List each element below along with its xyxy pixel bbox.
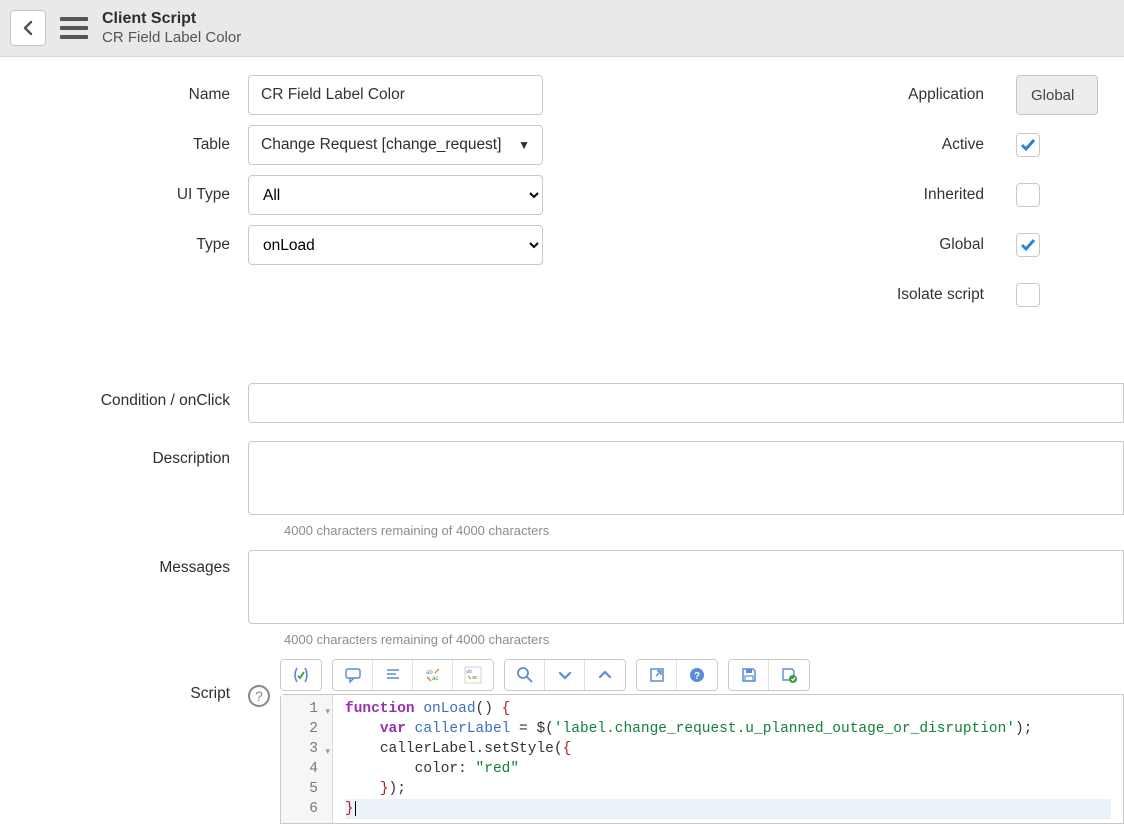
comment-icon <box>344 666 362 684</box>
back-button[interactable] <box>10 10 46 46</box>
description-counter: 4000 characters remaining of 4000 charac… <box>284 523 1124 538</box>
help-icon[interactable]: ? <box>248 685 270 707</box>
help-icon: ? <box>688 666 706 684</box>
replace-all-button[interactable]: abac <box>453 660 493 690</box>
syntax-button[interactable] <box>281 660 321 690</box>
search-icon <box>516 666 534 684</box>
check-icon <box>1020 137 1036 153</box>
name-field[interactable] <box>248 75 543 115</box>
popout-icon <box>648 666 666 684</box>
replace-all-icon: abac <box>464 666 482 684</box>
messages-field[interactable] <box>248 550 1124 624</box>
chevron-up-icon <box>596 666 614 684</box>
application-label: Application <box>562 86 1002 104</box>
active-checkbox[interactable] <box>1016 133 1040 157</box>
check-icon <box>1020 237 1036 253</box>
menu-icon[interactable] <box>60 17 88 39</box>
save-run-button[interactable] <box>769 660 809 690</box>
popout-button[interactable] <box>637 660 677 690</box>
svg-text:ac: ac <box>472 675 478 681</box>
save-icon <box>740 666 758 684</box>
svg-text:?: ? <box>694 671 700 682</box>
condition-label: Condition / onClick <box>0 383 248 410</box>
syntax-check-icon <box>292 666 310 684</box>
inherited-checkbox[interactable] <box>1016 183 1040 207</box>
scroll-down-button[interactable] <box>545 660 585 690</box>
ui-type-select[interactable]: All <box>248 175 543 215</box>
table-value: Change Request [change_request] <box>261 136 501 154</box>
page-title: Client Script <box>102 10 241 28</box>
help-button[interactable]: ? <box>677 660 717 690</box>
chevron-down-icon <box>556 666 574 684</box>
svg-text:ac: ac <box>432 676 438 682</box>
isolate-checkbox[interactable] <box>1016 283 1040 307</box>
search-button[interactable] <box>505 660 545 690</box>
name-label: Name <box>0 86 248 104</box>
messages-counter: 4000 characters remaining of 4000 charac… <box>284 632 1124 647</box>
script-editor[interactable]: 1▾23▾456 function onLoad() { var callerL… <box>280 694 1124 824</box>
condition-field[interactable] <box>248 383 1124 423</box>
type-select[interactable]: onLoad <box>248 225 543 265</box>
global-checkbox[interactable] <box>1016 233 1040 257</box>
table-label: Table <box>0 136 248 154</box>
page-header: Client Script CR Field Label Color <box>0 0 1124 57</box>
scroll-up-button[interactable] <box>585 660 625 690</box>
active-label: Active <box>562 136 1002 154</box>
chevron-down-icon: ▼ <box>518 138 530 152</box>
save-run-icon <box>780 666 798 684</box>
comment-button[interactable] <box>333 660 373 690</box>
type-label: Type <box>0 236 248 254</box>
code-area[interactable]: function onLoad() { var callerLabel = $(… <box>333 695 1123 823</box>
script-label: Script <box>0 659 248 703</box>
messages-label: Messages <box>0 550 248 577</box>
page-subtitle: CR Field Label Color <box>102 29 241 46</box>
script-toolbar: abac abac <box>280 659 1124 691</box>
table-select[interactable]: Change Request [change_request] ▼ <box>248 125 543 165</box>
application-value: Global <box>1016 75 1098 115</box>
inherited-label: Inherited <box>562 186 1002 204</box>
chevron-left-icon <box>22 20 34 36</box>
format-button[interactable] <box>373 660 413 690</box>
header-title-block: Client Script CR Field Label Color <box>102 10 241 46</box>
description-label: Description <box>0 441 248 468</box>
global-label: Global <box>562 236 1002 254</box>
line-gutter: 1▾23▾456 <box>281 695 333 823</box>
ui-type-label: UI Type <box>0 186 248 204</box>
replace-icon: abac <box>424 666 442 684</box>
replace-button[interactable]: abac <box>413 660 453 690</box>
isolate-label: Isolate script <box>562 286 1002 304</box>
format-icon <box>384 666 402 684</box>
description-field[interactable] <box>248 441 1124 515</box>
save-script-button[interactable] <box>729 660 769 690</box>
